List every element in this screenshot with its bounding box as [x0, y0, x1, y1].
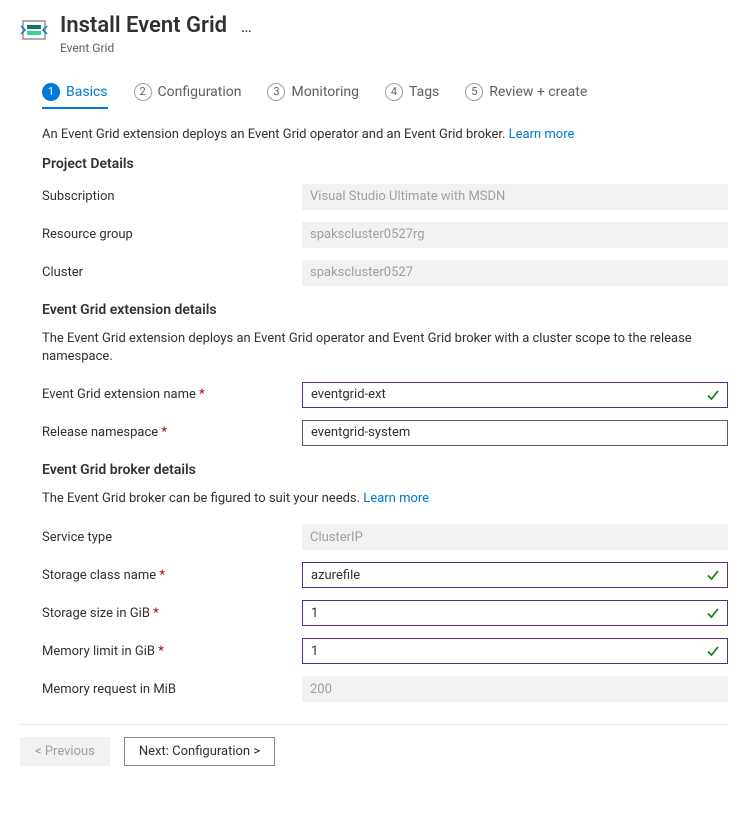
memory-request-row: Memory request in MiB [42, 676, 728, 702]
tab-review-create[interactable]: 5 Review + create [465, 83, 587, 109]
broker-details-heading: Event Grid broker details [42, 462, 728, 478]
required-marker: * [153, 606, 159, 621]
tab-configuration[interactable]: 2 Configuration [134, 83, 242, 109]
tab-label: Basics [66, 84, 108, 100]
release-namespace-label: Release namespace * [42, 425, 302, 440]
tab-monitoring[interactable]: 3 Monitoring [267, 83, 359, 109]
tab-basics[interactable]: 1 Basics [42, 83, 108, 109]
resource-group-row: Resource group [42, 222, 728, 248]
storage-size-label: Storage size in GiB * [42, 606, 302, 621]
page-title: Install Event Grid [60, 12, 227, 41]
extension-details-heading: Event Grid extension details [42, 302, 728, 318]
storage-class-label: Storage class name * [42, 568, 302, 583]
required-marker: * [199, 387, 205, 402]
memory-request-label: Memory request in MiB [42, 682, 302, 697]
previous-button: < Previous [20, 737, 110, 766]
check-icon [706, 568, 720, 582]
subscription-field [302, 184, 728, 210]
tab-label: Configuration [158, 84, 242, 100]
wizard-footer: < Previous Next: Configuration > [20, 724, 728, 766]
subscription-label: Subscription [42, 189, 302, 204]
required-marker: * [161, 425, 167, 440]
next-button[interactable]: Next: Configuration > [124, 737, 275, 766]
intro-text: An Event Grid extension deploys an Event… [42, 127, 728, 142]
wizard-tabs: 1 Basics 2 Configuration 3 Monitoring 4 … [42, 83, 728, 109]
cluster-row: Cluster [42, 260, 728, 286]
tab-tags[interactable]: 4 Tags [385, 83, 439, 109]
broker-details-desc: The Event Grid broker can be figured to … [42, 490, 728, 508]
tab-num-icon: 2 [134, 83, 152, 101]
subscription-row: Subscription [42, 184, 728, 210]
memory-limit-row: Memory limit in GiB * [42, 638, 728, 664]
memory-limit-label: Memory limit in GiB * [42, 644, 302, 659]
event-grid-icon [20, 16, 48, 44]
tab-label: Monitoring [291, 84, 359, 100]
check-icon [706, 606, 720, 620]
resource-group-label: Resource group [42, 227, 302, 242]
release-namespace-input[interactable] [302, 420, 728, 446]
tab-label: Review + create [489, 84, 587, 100]
memory-request-field [302, 676, 728, 702]
storage-size-row: Storage size in GiB * [42, 600, 728, 626]
cluster-field [302, 260, 728, 286]
check-icon [706, 388, 720, 402]
service-type-row: Service type [42, 524, 728, 550]
project-details-heading: Project Details [42, 156, 728, 172]
storage-size-input[interactable] [302, 600, 728, 626]
page-header: Install Event Grid … Event Grid [20, 12, 728, 55]
tab-num-icon: 3 [267, 83, 285, 101]
tab-label: Tags [409, 84, 439, 100]
extension-name-label: Event Grid extension name * [42, 387, 302, 402]
cluster-label: Cluster [42, 265, 302, 280]
extension-details-desc: The Event Grid extension deploys an Even… [42, 330, 728, 366]
check-icon [706, 644, 720, 658]
required-marker: * [158, 644, 164, 659]
release-namespace-row: Release namespace * [42, 420, 728, 446]
memory-limit-input[interactable] [302, 638, 728, 664]
tab-num-icon: 4 [385, 83, 403, 101]
tab-num-icon: 5 [465, 83, 483, 101]
learn-more-link[interactable]: Learn more [509, 127, 575, 142]
service-type-label: Service type [42, 530, 302, 545]
tab-num-icon: 1 [42, 83, 60, 101]
learn-more-broker-link[interactable]: Learn more [363, 491, 429, 506]
required-marker: * [159, 568, 165, 583]
page-subtitle: Event Grid [60, 41, 253, 55]
storage-class-input[interactable] [302, 562, 728, 588]
resource-group-field [302, 222, 728, 248]
storage-class-row: Storage class name * [42, 562, 728, 588]
extension-name-row: Event Grid extension name * [42, 382, 728, 408]
more-icon[interactable]: … [241, 17, 253, 36]
service-type-field [302, 524, 728, 550]
extension-name-input[interactable] [302, 382, 728, 408]
